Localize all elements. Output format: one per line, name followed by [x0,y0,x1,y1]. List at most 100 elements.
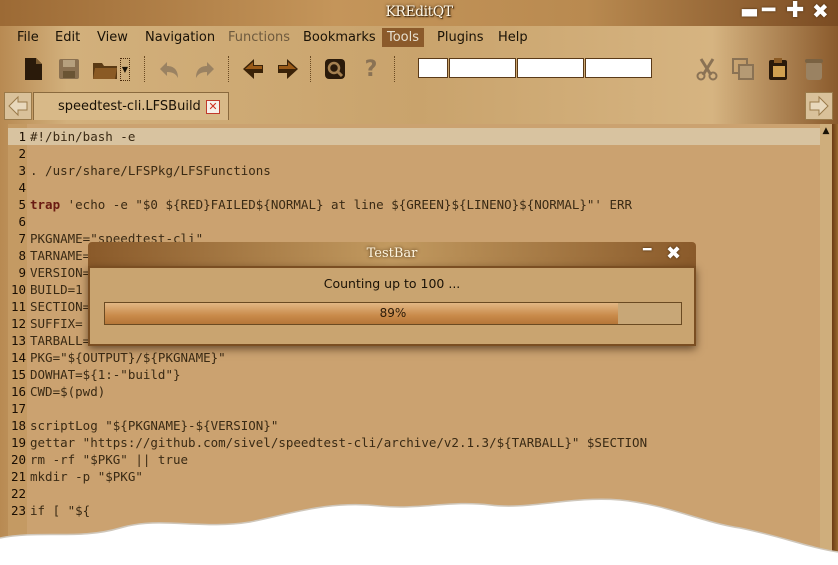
toolbar: ▼ ? [0,48,838,90]
toolbar-separator [394,56,397,82]
scroll-up-icon[interactable]: ▲ [821,126,831,136]
menu-help[interactable]: Help [493,28,533,47]
tab-bar: speedtest-cli.LFSBuild ✕ [0,90,838,122]
menu-view[interactable]: View [92,28,133,47]
menu-bookmarks[interactable]: Bookmarks [298,28,381,47]
code-line[interactable]: 14 PKG="${OUTPUT}/${PKGNAME}" [8,349,820,366]
line-number: 9 [18,265,26,280]
progress-label: 89% [379,306,407,320]
window-border [832,124,838,565]
new-file-icon[interactable] [18,54,48,84]
code-text: VERSION= [30,265,91,280]
code-text: rm -rf "$PKG" || true [30,452,189,467]
dialog-minimize-icon[interactable]: ━ [643,242,651,258]
line-number: 3 [18,163,26,178]
menu-bar: File Edit View Navigation Functions Book… [0,26,838,48]
line-number: 6 [18,214,26,229]
back-arrow-icon[interactable] [238,54,268,84]
menu-tools[interactable]: Tools [382,28,425,47]
cut-icon[interactable] [692,54,722,84]
line-number: 16 [10,384,26,399]
find-icon[interactable] [320,54,350,84]
line-number: 2 [18,146,26,161]
toolbar-input-2[interactable] [449,58,516,78]
code-line[interactable]: 23 if [ "${ [8,502,820,519]
vertical-scrollbar[interactable]: ▲ [820,124,832,565]
code-text: . /usr/share/LFSPkg/LFSFunctions [30,163,271,178]
dialog-message: Counting up to 100 ... [323,276,461,291]
code-line[interactable]: 17 [8,400,820,417]
line-number: 5 [18,197,26,212]
code-line[interactable]: 20 rm -rf "$PKG" || true [8,451,820,468]
forward-arrow-icon[interactable] [273,54,303,84]
open-folder-icon[interactable]: ▼ [90,54,132,84]
code-text: DOWHAT=${1:-"build"} [30,367,181,382]
paste-icon[interactable] [763,54,793,84]
code-text: gettar "https://github.com/sivel/speedte… [30,435,648,450]
menu-navigation[interactable]: Navigation [140,28,220,47]
line-number: 22 [10,486,26,501]
line-number: 13 [10,333,26,348]
menu-functions[interactable]: Functions [223,28,295,47]
code-text: SUFFIX= [30,316,83,331]
help-icon[interactable]: ? [356,54,386,84]
undo-icon[interactable] [154,54,184,84]
toolbar-input-1[interactable] [418,58,448,78]
toolbar-separator [310,56,313,82]
line-number: 15 [10,367,26,382]
line-number: 1 [18,129,26,144]
dialog-body: Counting up to 100 ... 89% [88,266,696,346]
code-text: #!/bin/bash -e [30,129,136,144]
code-text: PKG="${OUTPUT}/${PKGNAME}" [30,350,226,365]
code-line[interactable]: 4 [8,179,820,196]
code-text: TARNAME= [30,248,91,263]
close-icon[interactable]: ✖ [812,1,829,21]
dialog-close-icon[interactable]: ✖ [666,243,681,264]
code-line[interactable]: 22 [8,485,820,502]
dialog-title: TestBar [366,246,418,261]
code-line[interactable]: 3 . /usr/share/LFSPkg/LFSFunctions [8,162,820,179]
line-number: 21 [10,469,26,484]
progress-dialog: TestBar ━ ✖ Counting up to 100 ... 89% [88,242,696,346]
toolbar-separator [228,56,231,82]
code-line[interactable]: 16 CWD=$(pwd) [8,383,820,400]
code-line[interactable]: 2 [8,145,820,162]
tab-speedtest-cli[interactable]: speedtest-cli.LFSBuild ✕ [33,92,229,120]
maximize-icon[interactable]: ✚ [786,0,804,22]
line-number: 18 [10,418,26,433]
code-line[interactable]: 19 gettar "https://github.com/sivel/speed… [8,434,820,451]
progress-bar: 89% [104,302,682,325]
menu-edit[interactable]: Edit [50,28,85,47]
code-line[interactable]: 15 DOWHAT=${1:-"build"} [8,366,820,383]
save-icon[interactable] [54,54,84,84]
trash-icon[interactable] [799,54,829,84]
window-title: KREditQT [385,4,453,20]
code-line[interactable]: 6 [8,213,820,230]
code-line[interactable]: 21 mkdir -p "$PKG" [8,468,820,485]
code-text: if [ "${ [30,503,91,518]
code-text: TARBALL= [30,333,91,348]
minimize-icon[interactable]: ▬ [740,1,759,21]
code-line[interactable]: 1 #!/bin/bash -e [8,128,820,145]
tab-close-icon[interactable]: ✕ [206,100,220,114]
menu-plugins[interactable]: Plugins [432,28,489,47]
tab-scroll-right-icon[interactable] [805,92,833,120]
toolbar-input-4[interactable] [585,58,652,78]
toolbar-separator [144,56,147,82]
code-text: scriptLog "${PKGNAME}-${VERSION}" [30,418,279,433]
tab-label: speedtest-cli.LFSBuild [58,99,201,114]
shade-icon[interactable]: ━ [762,0,775,22]
code-text: mkdir -p "$PKG" [30,469,143,484]
copy-icon[interactable] [728,54,758,84]
tab-scroll-left-icon[interactable] [4,92,32,120]
code-line[interactable]: 5 trap 'echo -e "$0 ${RED}FAILED${NORMAL}… [8,196,820,213]
line-number: 14 [10,350,26,365]
dialog-title-bar[interactable]: TestBar ━ ✖ [88,242,696,266]
toolbar-input-3[interactable] [517,58,584,78]
menu-file[interactable]: File [12,28,44,47]
code-line[interactable]: 18 scriptLog "${PKGNAME}-${VERSION}" [8,417,820,434]
code-text: trap 'echo -e "$0 ${RED}FAILED${NORMAL} … [30,197,633,212]
redo-icon[interactable] [190,54,220,84]
line-number: 17 [10,401,26,416]
title-bar[interactable]: KREditQT ▬ ━ ✚ ✖ [0,0,838,26]
